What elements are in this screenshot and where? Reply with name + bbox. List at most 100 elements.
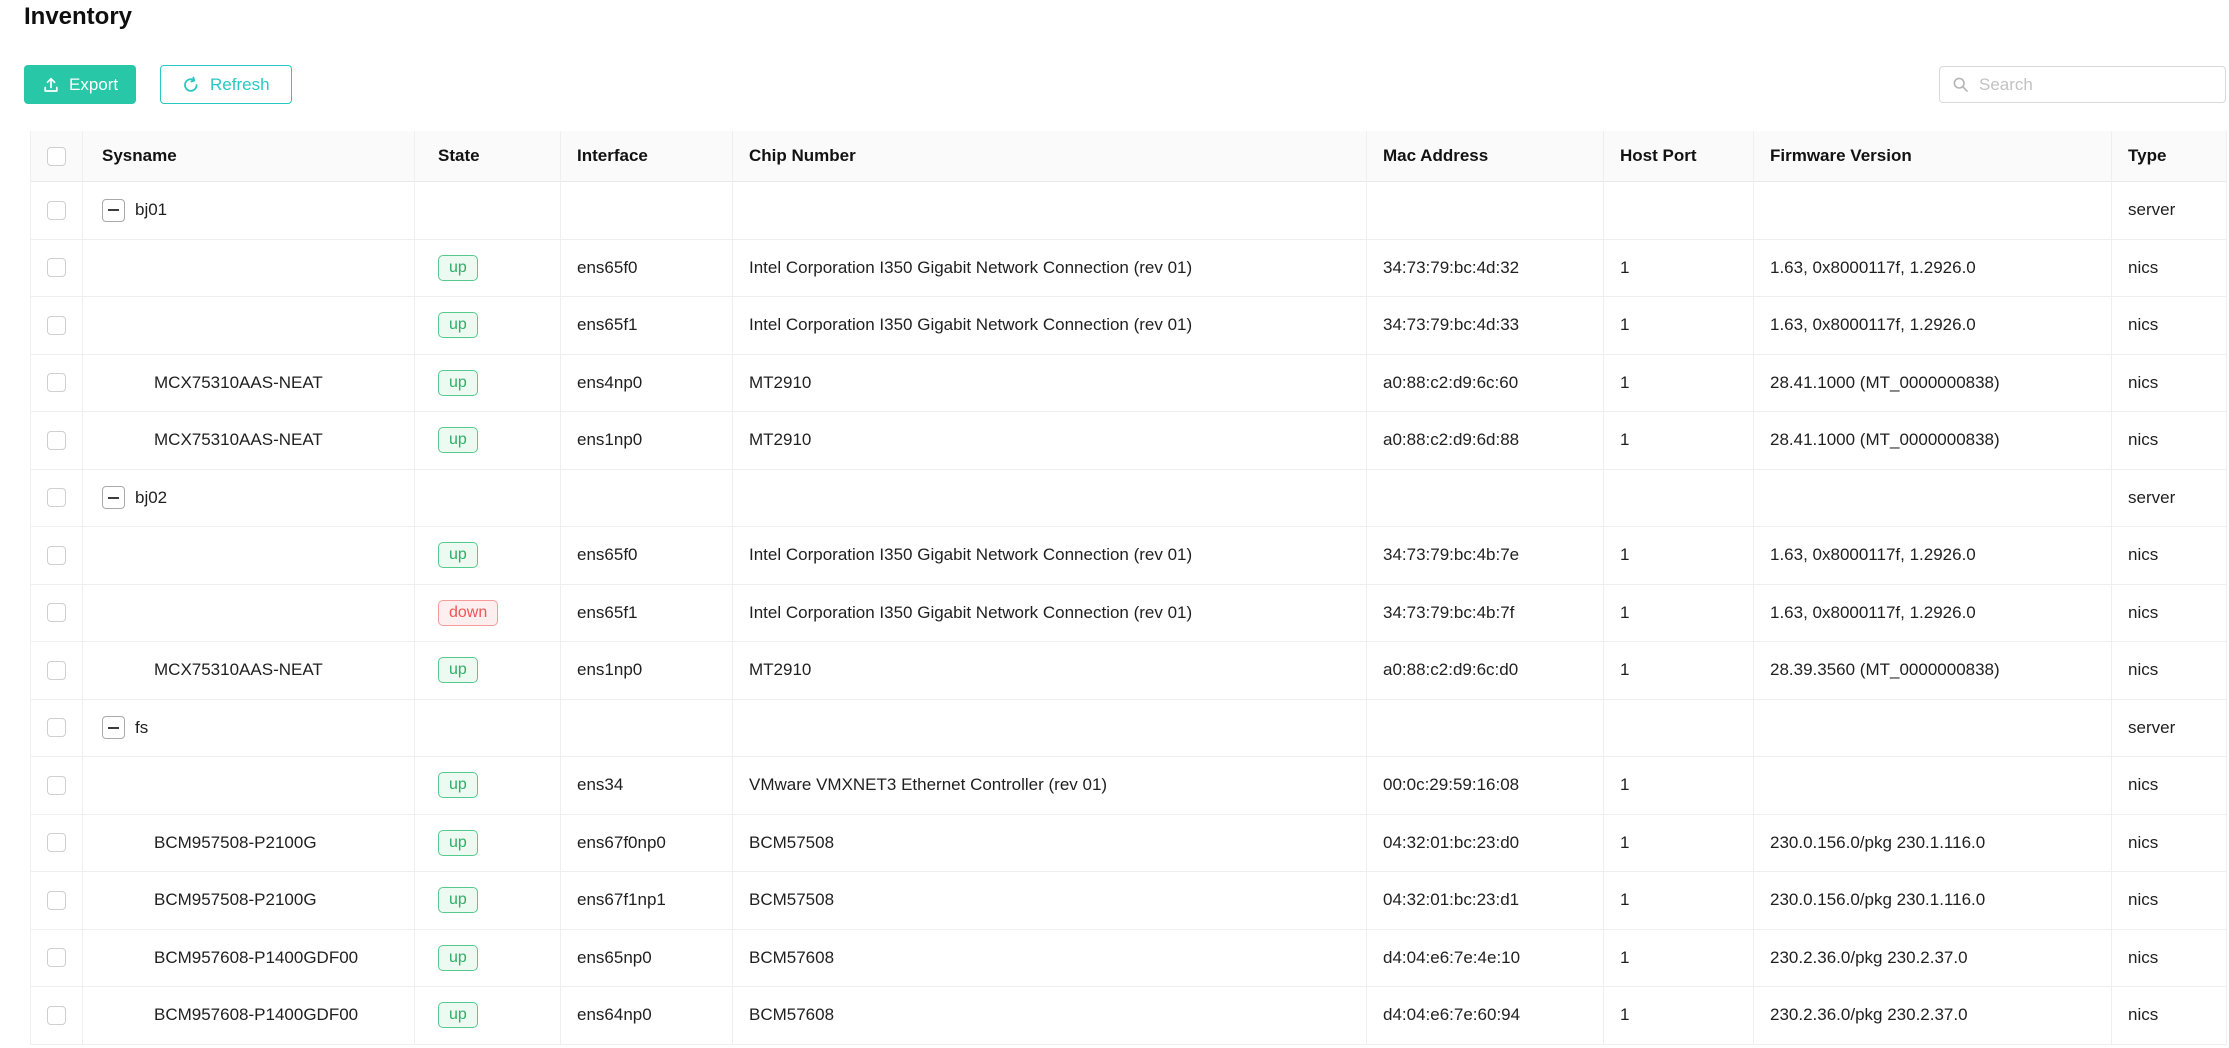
row-checkbox[interactable] [47, 488, 66, 507]
mac-cell [1367, 182, 1604, 240]
collapse-button[interactable] [102, 486, 125, 509]
interface-cell [561, 470, 733, 528]
host_port-cell [1604, 182, 1754, 240]
firmware-cell: 230.2.36.0/pkg 230.2.37.0 [1754, 930, 2112, 988]
table-row: bj01server [31, 182, 2226, 240]
search-input[interactable] [1977, 74, 2213, 96]
column-header-state: State [415, 131, 561, 182]
row-checkbox[interactable] [47, 718, 66, 737]
row-checkbox[interactable] [47, 258, 66, 277]
row-checkbox[interactable] [47, 431, 66, 450]
type-cell: nics [2112, 757, 2227, 815]
state-cell: up [415, 757, 561, 815]
column-header-host_port: Host Port [1604, 131, 1754, 182]
table-row: bj02server [31, 470, 2226, 528]
type-cell: nics [2112, 297, 2227, 355]
row-checkbox[interactable] [47, 1006, 66, 1025]
table-row: BCM957508-P2100Gupens67f1np1BCM5750804:3… [31, 872, 2226, 930]
row-checkbox-cell [31, 987, 83, 1045]
host_port-cell: 1 [1604, 412, 1754, 470]
sysname-label: MCX75310AAS-NEAT [102, 660, 323, 680]
sysname-cell: MCX75310AAS-NEAT [83, 642, 415, 700]
state-cell [415, 470, 561, 528]
sysname-cell: fs [83, 700, 415, 758]
interface-cell: ens1np0 [561, 412, 733, 470]
firmware-cell: 230.2.36.0/pkg 230.2.37.0 [1754, 987, 2112, 1045]
state-badge: up [438, 887, 478, 913]
row-checkbox[interactable] [47, 201, 66, 220]
sysname-label: bj02 [135, 488, 167, 508]
mac-cell: 34:73:79:bc:4d:32 [1367, 240, 1604, 298]
mac-cell: d4:04:e6:7e:60:94 [1367, 987, 1604, 1045]
minus-icon [108, 727, 119, 729]
row-checkbox[interactable] [47, 316, 66, 335]
state-cell: up [415, 987, 561, 1045]
state-badge: up [438, 657, 478, 683]
type-cell: nics [2112, 930, 2227, 988]
table-row: upens34VMware VMXNET3 Ethernet Controlle… [31, 757, 2226, 815]
state-cell: up [415, 297, 561, 355]
sysname-cell [83, 297, 415, 355]
row-checkbox[interactable] [47, 603, 66, 622]
table-row: BCM957608-P1400GDF00upens65np0BCM57608d4… [31, 930, 2226, 988]
firmware-cell [1754, 182, 2112, 240]
sysname-cell [83, 240, 415, 298]
row-checkbox[interactable] [47, 373, 66, 392]
firmware-cell [1754, 470, 2112, 528]
sysname-cell: BCM957508-P2100G [83, 815, 415, 873]
interface-cell: ens65f1 [561, 297, 733, 355]
firmware-cell: 1.63, 0x8000117f, 1.2926.0 [1754, 297, 2112, 355]
firmware-cell: 1.63, 0x8000117f, 1.2926.0 [1754, 527, 2112, 585]
table-row: upens65f0Intel Corporation I350 Gigabit … [31, 240, 2226, 298]
chip-cell: Intel Corporation I350 Gigabit Network C… [733, 297, 1367, 355]
chip-cell: BCM57608 [733, 930, 1367, 988]
row-checkbox[interactable] [47, 546, 66, 565]
interface-cell: ens34 [561, 757, 733, 815]
column-header-firmware: Firmware Version [1754, 131, 2112, 182]
host_port-cell: 1 [1604, 240, 1754, 298]
table-row: BCM957608-P1400GDF00upens64np0BCM57608d4… [31, 987, 2226, 1045]
refresh-button-label: Refresh [210, 75, 270, 95]
state-badge: up [438, 830, 478, 856]
table-row: MCX75310AAS-NEATupens4np0MT2910a0:88:c2:… [31, 355, 2226, 413]
sysname-label: bj01 [135, 200, 167, 220]
host_port-cell: 1 [1604, 815, 1754, 873]
refresh-button[interactable]: Refresh [160, 65, 292, 104]
state-cell: up [415, 642, 561, 700]
type-cell: nics [2112, 412, 2227, 470]
row-checkbox[interactable] [47, 891, 66, 910]
firmware-cell: 1.63, 0x8000117f, 1.2926.0 [1754, 585, 2112, 643]
mac-cell: a0:88:c2:d9:6c:d0 [1367, 642, 1604, 700]
mac-cell: 34:73:79:bc:4b:7f [1367, 585, 1604, 643]
row-checkbox-cell [31, 585, 83, 643]
export-button[interactable]: Export [24, 65, 136, 104]
mac-cell: a0:88:c2:d9:6d:88 [1367, 412, 1604, 470]
state-cell: up [415, 240, 561, 298]
type-cell: nics [2112, 240, 2227, 298]
collapse-button[interactable] [102, 199, 125, 222]
mac-cell: 04:32:01:bc:23:d1 [1367, 872, 1604, 930]
table-header-row: SysnameStateInterfaceChip NumberMac Addr… [31, 131, 2226, 182]
row-checkbox-cell [31, 297, 83, 355]
select-all-checkbox[interactable] [47, 147, 66, 166]
state-cell [415, 700, 561, 758]
chip-cell: BCM57608 [733, 987, 1367, 1045]
type-cell: nics [2112, 872, 2227, 930]
table-header: SysnameStateInterfaceChip NumberMac Addr… [31, 131, 2226, 182]
row-checkbox[interactable] [47, 776, 66, 795]
type-cell: nics [2112, 642, 2227, 700]
sysname-cell: MCX75310AAS-NEAT [83, 412, 415, 470]
row-checkbox[interactable] [47, 948, 66, 967]
interface-cell: ens67f1np1 [561, 872, 733, 930]
state-badge: up [438, 542, 478, 568]
state-badge: up [438, 772, 478, 798]
collapse-button[interactable] [102, 716, 125, 739]
sysname-label: MCX75310AAS-NEAT [102, 373, 323, 393]
sysname-label: BCM957508-P2100G [102, 890, 317, 910]
row-checkbox[interactable] [47, 833, 66, 852]
row-checkbox[interactable] [47, 661, 66, 680]
table-row: upens65f0Intel Corporation I350 Gigabit … [31, 527, 2226, 585]
row-checkbox-cell [31, 757, 83, 815]
sysname-cell [83, 527, 415, 585]
mac-cell [1367, 470, 1604, 528]
